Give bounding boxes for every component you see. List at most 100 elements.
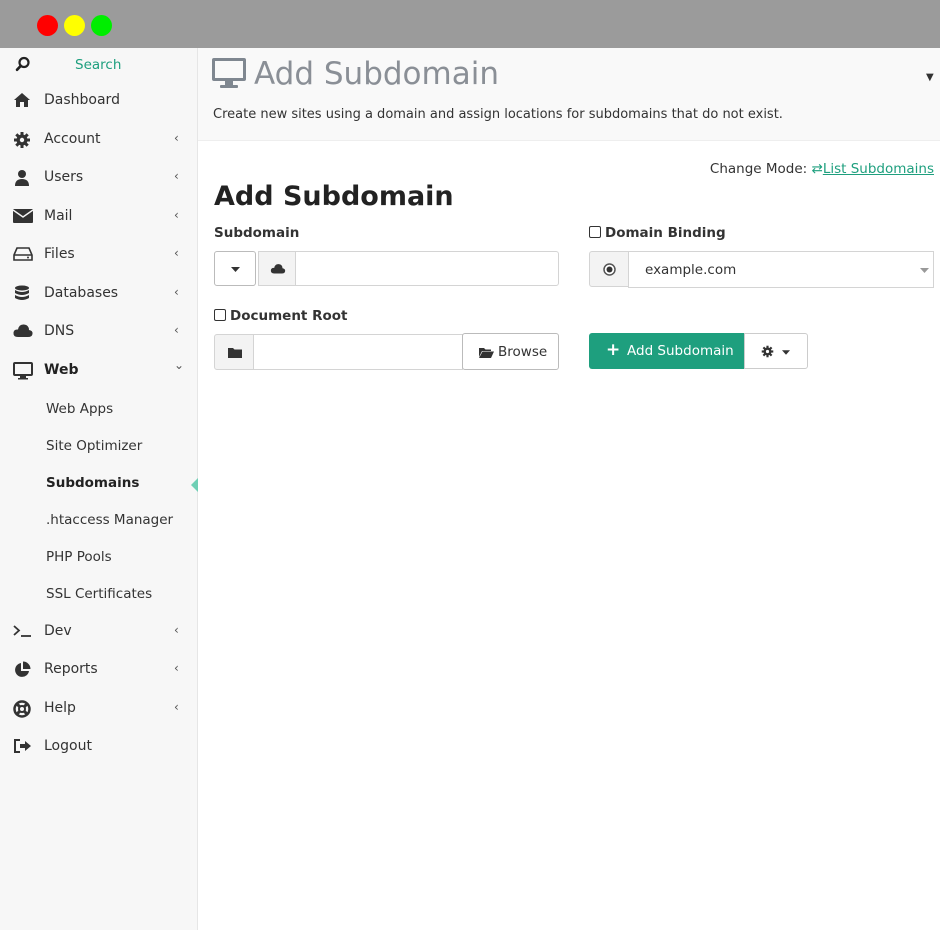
change-mode: Change Mode: ⇄List Subdomains [710, 161, 934, 177]
sidebar-item-databases[interactable]: Databases ‹ [0, 276, 198, 312]
sidebar-subitem-web-apps[interactable]: Web Apps [0, 395, 198, 425]
chevron-left-icon: ‹ [174, 208, 179, 222]
caret-down-icon [782, 350, 790, 355]
list-subdomains-link[interactable]: List Subdomains [823, 161, 934, 177]
sidebar-subitem-label: SSL Certificates [46, 586, 153, 602]
sidebar: Search Dashboard Account ‹ Users ‹ Mail … [0, 48, 198, 930]
chevron-left-icon: ‹ [174, 700, 179, 714]
sidebar-item-help[interactable]: Help ‹ [0, 691, 198, 727]
sidebar-item-label: Databases [44, 285, 119, 301]
terminal-icon [13, 623, 33, 641]
sidebar-search[interactable]: Search [0, 48, 198, 82]
active-indicator [191, 478, 198, 492]
sidebar-subitem-php-pools[interactable]: PHP Pools [0, 543, 198, 573]
sidebar-item-reports[interactable]: Reports ‹ [0, 652, 198, 688]
caret-down-icon [231, 267, 240, 272]
chevron-left-icon: ‹ [174, 623, 179, 637]
sidebar-item-label: Dashboard [44, 92, 120, 108]
sidebar-item-users[interactable]: Users ‹ [0, 160, 198, 196]
browse-button[interactable]: Browse [462, 333, 559, 370]
domain-binding-label: Domain Binding [589, 225, 726, 241]
checkbox-icon[interactable] [214, 309, 226, 321]
sidebar-subitem-label: .htaccess Manager [46, 512, 174, 528]
maximize-window-button[interactable] [91, 15, 112, 36]
sidebar-item-label: Users [44, 169, 84, 185]
sidebar-item-account[interactable]: Account ‹ [0, 122, 198, 158]
chevron-left-icon: ‹ [174, 285, 179, 299]
folder-addon [214, 334, 254, 370]
sidebar-subitem-ssl-certificates[interactable]: SSL Certificates [0, 580, 198, 610]
chevron-left-icon: ‹ [174, 169, 179, 183]
home-icon [13, 92, 33, 110]
database-icon [13, 285, 33, 303]
close-window-button[interactable] [37, 15, 58, 36]
sidebar-item-label: Mail [44, 208, 73, 224]
sidebar-item-dashboard[interactable]: Dashboard [0, 83, 198, 119]
subdomain-label: Subdomain [214, 225, 300, 241]
checkbox-icon[interactable] [589, 226, 601, 238]
sidebar-subitem-label: PHP Pools [46, 549, 112, 565]
pie-chart-icon [13, 661, 33, 679]
cloud-icon [13, 323, 33, 341]
domain-select-value: example.com [645, 262, 737, 278]
sidebar-item-label: Reports [44, 661, 98, 677]
document-root-input[interactable] [253, 334, 463, 370]
sidebar-subitem-label: Web Apps [46, 401, 114, 417]
gear-icon [761, 345, 774, 358]
monitor-icon [211, 57, 247, 93]
subdomain-dropdown-button[interactable] [214, 251, 256, 286]
sidebar-item-label: DNS [44, 323, 75, 339]
drive-icon [13, 246, 33, 264]
window-title-bar [0, 0, 940, 48]
main-content: Change Mode: ⇄List Subdomains Add Subdom… [198, 141, 940, 930]
document-root-label: Document Root [214, 308, 347, 324]
sidebar-item-mail[interactable]: Mail ‹ [0, 199, 198, 235]
add-subdomain-button[interactable]: + Add Subdomain [589, 333, 744, 369]
sidebar-item-files[interactable]: Files ‹ [0, 237, 198, 273]
page-title: Add Subdomain [254, 56, 499, 92]
gear-icon [13, 131, 33, 149]
sidebar-subitem-label: Site Optimizer [46, 438, 143, 454]
browse-button-label: Browse [498, 344, 548, 360]
minimize-window-button[interactable] [64, 15, 85, 36]
sidebar-item-label: Web [44, 362, 79, 378]
domain-radio-addon[interactable] [589, 251, 629, 287]
sidebar-item-logout[interactable]: Logout [0, 729, 198, 765]
chevron-left-icon: ‹ [174, 131, 179, 145]
sidebar-item-label: Account [44, 131, 101, 147]
envelope-icon [12, 208, 34, 226]
sidebar-item-label: Files [44, 246, 75, 262]
form-heading: Add Subdomain [214, 181, 454, 212]
sidebar-item-dns[interactable]: DNS ‹ [0, 314, 198, 350]
sign-out-icon [13, 738, 33, 756]
exchange-icon: ⇄ [811, 161, 823, 177]
sidebar-subitem-subdomains[interactable]: Subdomains [0, 469, 198, 499]
subdomain-input[interactable] [295, 251, 559, 286]
folder-icon [228, 348, 242, 358]
cloud-icon [270, 264, 286, 274]
chevron-down-icon: ⌄ [174, 358, 185, 372]
sidebar-item-dev[interactable]: Dev ‹ [0, 614, 198, 650]
search-label: Search [75, 57, 122, 73]
page-description: Create new sites using a domain and assi… [213, 107, 783, 122]
radio-selected-icon [603, 263, 616, 276]
folder-open-icon [479, 348, 494, 358]
caret-down-icon [920, 268, 929, 273]
page-header: Add Subdomain ▼ Create new sites using a… [198, 48, 940, 141]
sidebar-item-label: Logout [44, 738, 92, 754]
header-dropdown-caret-icon[interactable]: ▼ [926, 72, 934, 83]
sidebar-item-web[interactable]: Web ⌄ [0, 353, 198, 389]
chevron-left-icon: ‹ [174, 246, 179, 260]
cloud-addon [258, 251, 296, 286]
sidebar-subitem-htaccess-manager[interactable]: .htaccess Manager [0, 506, 198, 536]
domain-select[interactable]: example.com [628, 251, 934, 288]
sidebar-item-label: Dev [44, 623, 72, 639]
lifebuoy-icon [13, 700, 33, 718]
search-icon [15, 56, 31, 76]
chevron-left-icon: ‹ [174, 323, 179, 337]
user-icon [13, 169, 33, 187]
sidebar-subitem-site-optimizer[interactable]: Site Optimizer [0, 432, 198, 462]
add-subdomain-button-label: Add Subdomain [627, 343, 734, 359]
options-dropdown-button[interactable] [744, 333, 808, 369]
change-mode-label: Change Mode: [709, 161, 808, 177]
